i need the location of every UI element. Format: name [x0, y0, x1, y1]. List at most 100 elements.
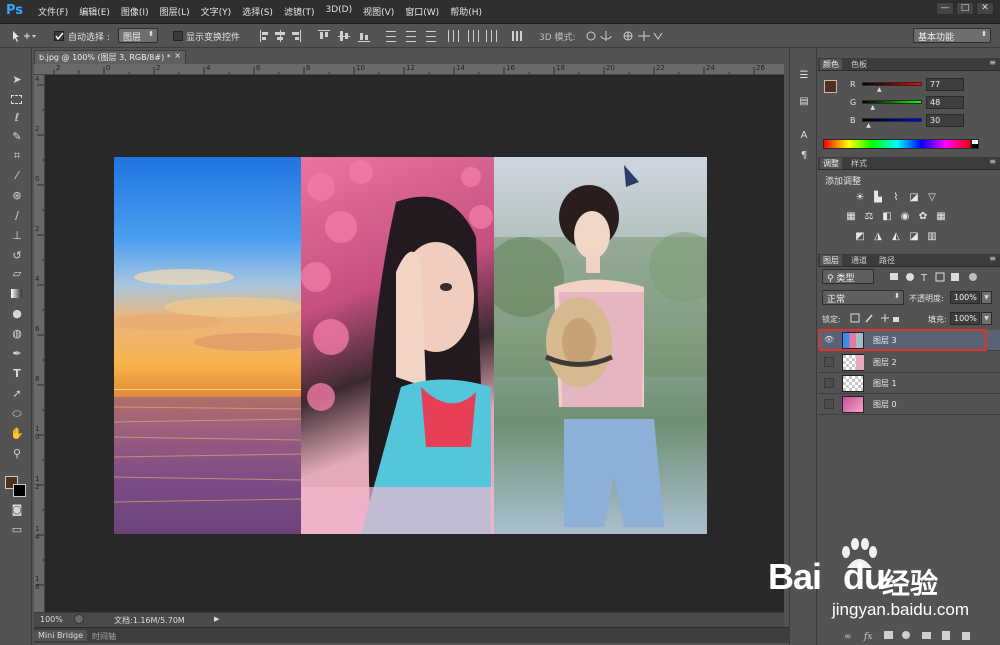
color-balance-icon[interactable]: ⚖: [863, 211, 875, 223]
blur-tool-icon[interactable]: ●: [9, 306, 25, 322]
blend-mode-dropdown[interactable]: 正常 ⬍: [822, 290, 904, 305]
visibility-toggle[interactable]: [824, 357, 834, 367]
image-girl-hat-panel[interactable]: [494, 157, 707, 534]
workspace-dropdown[interactable]: 基本功能 ⬍: [913, 28, 991, 43]
move-tool-icon[interactable]: ➤: [9, 72, 25, 88]
marquee-tool-icon[interactable]: [9, 92, 25, 108]
curves-icon[interactable]: ⌇: [890, 192, 902, 204]
character-panel-icon[interactable]: A: [796, 128, 812, 144]
black-white-ramp[interactable]: [971, 139, 979, 149]
dodge-tool-icon[interactable]: ◍: [9, 326, 25, 342]
tab-swatches[interactable]: 色板: [848, 59, 870, 70]
align-distribute-icons[interactable]: [258, 29, 528, 43]
lasso-tool-icon[interactable]: ℓ: [9, 110, 25, 126]
selective-color-icon[interactable]: ◪: [908, 231, 920, 243]
layer-filter-dropdown[interactable]: ⚲ 类型: [822, 269, 874, 284]
clone-stamp-icon[interactable]: ⊥: [9, 228, 25, 244]
screen-mode-icon[interactable]: ▭: [9, 522, 25, 538]
fill-slider-toggle[interactable]: ▼: [981, 312, 992, 325]
menu-3d[interactable]: 3D(D): [325, 5, 352, 18]
exposure-icon[interactable]: ◪: [908, 192, 920, 204]
lock-icons[interactable]: [850, 312, 900, 324]
menu-help[interactable]: 帮助(H): [450, 5, 482, 18]
auto-select-dropdown[interactable]: 图层 ⬍: [118, 28, 158, 43]
zoom-level[interactable]: 100%: [40, 615, 63, 624]
auto-select-checkbox[interactable]: [54, 31, 64, 41]
tab-layers[interactable]: 图层: [820, 255, 842, 266]
tab-mini-bridge[interactable]: Mini Bridge: [34, 630, 88, 641]
menu-window[interactable]: 窗口(W): [405, 5, 439, 18]
photo-filter-icon[interactable]: ◉: [899, 211, 911, 223]
type-tool-icon[interactable]: T: [9, 366, 25, 382]
red-slider[interactable]: [862, 82, 922, 86]
layers-footer-icons[interactable]: ∞ fx: [842, 629, 992, 641]
menu-type[interactable]: 文字(Y): [201, 5, 232, 18]
opacity-field[interactable]: 100%: [950, 291, 980, 304]
maximize-button[interactable]: □: [956, 2, 974, 15]
foreground-color-swatch[interactable]: [824, 80, 837, 93]
menu-file[interactable]: 文件(F): [38, 5, 68, 18]
pen-tool-icon[interactable]: ✒: [9, 346, 25, 362]
layer-row-2[interactable]: 图层 2: [818, 352, 1000, 373]
brush-tool-icon[interactable]: ∕: [9, 208, 25, 224]
paragraph-panel-icon[interactable]: ¶: [796, 148, 812, 164]
panel-menu-icon[interactable]: ≡: [989, 58, 996, 67]
levels-icon[interactable]: ▙: [872, 192, 884, 204]
gradient-map-icon[interactable]: ▥: [926, 231, 938, 243]
tab-timeline[interactable]: 时间轴: [88, 630, 120, 643]
minimize-button[interactable]: —: [936, 2, 954, 15]
3d-mode-icons[interactable]: [584, 29, 664, 43]
status-options-icon[interactable]: [74, 614, 84, 624]
color-lookup-icon[interactable]: ▦: [935, 211, 947, 223]
eyedropper-tool-icon[interactable]: ⁄: [9, 168, 25, 184]
channel-mixer-icon[interactable]: ✿: [917, 211, 929, 223]
hue-saturation-icon[interactable]: ▦: [845, 211, 857, 223]
menu-view[interactable]: 视图(V): [363, 5, 394, 18]
healing-brush-icon[interactable]: ⊛: [9, 188, 25, 204]
eye-icon[interactable]: 👁: [824, 335, 834, 345]
layer-filter-icons[interactable]: T: [888, 271, 978, 283]
gradient-tool-icon[interactable]: [9, 286, 25, 302]
zoom-tool-icon[interactable]: ⚲: [9, 446, 25, 462]
tab-adjustments[interactable]: 调整: [820, 158, 842, 169]
tab-paths[interactable]: 路径: [876, 255, 898, 266]
history-brush-icon[interactable]: ↺: [9, 248, 25, 264]
blue-slider[interactable]: [862, 118, 922, 122]
vibrance-icon[interactable]: ▽: [926, 192, 938, 204]
threshold-icon[interactable]: ◭: [890, 231, 902, 243]
shape-tool-icon[interactable]: ⬭: [9, 406, 25, 422]
blue-slider-thumb[interactable]: ▲: [866, 122, 871, 129]
image-portrait-panel[interactable]: [301, 157, 494, 534]
invert-icon[interactable]: ◩: [854, 231, 866, 243]
menu-select[interactable]: 选择(S): [242, 5, 273, 18]
hand-tool-icon[interactable]: ✋: [9, 426, 25, 442]
document-tab[interactable]: b.jpg @ 100% (图层 3, RGB/8#) * ×: [34, 50, 186, 64]
path-select-tool-icon[interactable]: ➚: [9, 386, 25, 402]
crop-tool-icon[interactable]: ⌗: [9, 148, 25, 164]
eraser-tool-icon[interactable]: ▱: [9, 266, 25, 282]
layer-row-1[interactable]: 图层 1: [818, 373, 1000, 394]
black-white-icon[interactable]: ◧: [881, 211, 893, 223]
fill-field[interactable]: 100%: [950, 312, 980, 325]
status-arrow-icon[interactable]: ▶: [214, 615, 219, 623]
tab-styles[interactable]: 样式: [848, 158, 870, 169]
move-tool-preset-icon[interactable]: [10, 29, 38, 43]
red-value-field[interactable]: 77: [926, 78, 964, 91]
image-sunset-panel[interactable]: [114, 157, 301, 534]
panel-menu-icon[interactable]: ≡: [989, 157, 996, 166]
tab-color[interactable]: 颜色: [820, 59, 842, 70]
quick-mask-icon[interactable]: ◙: [9, 502, 25, 518]
posterize-icon[interactable]: ◮: [872, 231, 884, 243]
history-panel-icon[interactable]: ☰: [796, 68, 812, 84]
layer-row-3[interactable]: 👁 图层 3: [818, 330, 1000, 351]
menu-image[interactable]: 图像(I): [121, 5, 149, 18]
menu-layer[interactable]: 图层(L): [160, 5, 190, 18]
visibility-toggle[interactable]: [824, 399, 834, 409]
close-tab-icon[interactable]: ×: [174, 51, 181, 60]
properties-panel-icon[interactable]: ▤: [796, 94, 812, 110]
brightness-icon[interactable]: ☀: [854, 192, 866, 204]
green-slider-thumb[interactable]: ▲: [870, 104, 875, 111]
color-spectrum-bar[interactable]: [823, 139, 971, 149]
green-value-field[interactable]: 48: [926, 96, 964, 109]
close-button[interactable]: ✕: [976, 2, 994, 15]
